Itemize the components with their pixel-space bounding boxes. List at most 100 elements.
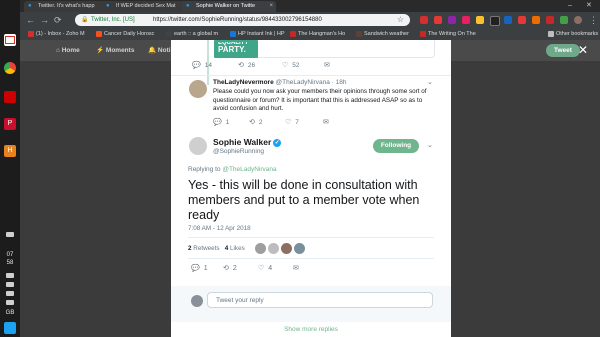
avatar[interactable] bbox=[189, 80, 207, 98]
settings-icon[interactable] bbox=[6, 291, 14, 296]
extension-icon[interactable] bbox=[518, 16, 526, 24]
navigation-bar: ← → ⟳ 🔒 Twitter, Inc. [US] https://twitt… bbox=[20, 13, 600, 27]
wifi-icon[interactable] bbox=[6, 282, 14, 287]
bookmark-favicon bbox=[230, 31, 236, 37]
avatar[interactable] bbox=[189, 137, 207, 155]
menu-icon[interactable]: ⋮ bbox=[589, 15, 598, 25]
extension-icon[interactable] bbox=[448, 16, 456, 24]
h-app-icon[interactable]: H bbox=[4, 145, 16, 157]
tweet-timestamp[interactable]: 7:08 AM - 12 Apr 2018 bbox=[188, 225, 251, 232]
bookmark-item[interactable]: (1) - Inbox - Zoho M bbox=[28, 28, 85, 40]
extension-icon[interactable] bbox=[560, 16, 568, 24]
author-handle[interactable]: @SophieRunning bbox=[213, 148, 264, 155]
volume-icon[interactable] bbox=[6, 273, 14, 278]
reply-time: · 18h bbox=[331, 79, 347, 86]
bookmark-item[interactable]: The Hangman's Ho bbox=[290, 28, 345, 40]
bookmarks-bar: (1) - Inbox - Zoho M Cancer Daily Horosc… bbox=[20, 28, 600, 40]
retweet-action[interactable]: ⟲ 2 bbox=[223, 265, 237, 273]
author-name[interactable]: Sophie Walker ✓ bbox=[213, 137, 282, 147]
reply-input[interactable]: Tweet your reply bbox=[207, 292, 433, 308]
extension-icon[interactable] bbox=[420, 16, 428, 24]
bookmark-favicon bbox=[420, 31, 426, 37]
back-icon[interactable]: ← bbox=[26, 15, 35, 25]
likes-stat[interactable]: 4 Likes bbox=[225, 245, 245, 252]
tab-strip: ● Twitter. It's what's happ × ● If WEP d… bbox=[20, 0, 600, 12]
extension-icon[interactable] bbox=[504, 16, 512, 24]
retweets-stat[interactable]: 2 Retweets bbox=[188, 245, 220, 252]
following-button[interactable]: Following bbox=[373, 139, 419, 153]
show-more-replies-link[interactable]: Show more replies bbox=[171, 326, 451, 333]
nav-home[interactable]: ⌂ Home bbox=[56, 46, 80, 55]
tab-sophie-walker[interactable]: ● Sophie Walker on Twitte × bbox=[182, 1, 276, 12]
extension-icon[interactable] bbox=[462, 16, 470, 24]
bookmark-star-icon[interactable]: ☆ bbox=[397, 14, 404, 26]
compose-tweet-button[interactable]: Tweet bbox=[546, 44, 580, 57]
avatar[interactable] bbox=[281, 243, 292, 254]
folder-icon bbox=[548, 31, 554, 37]
like-action[interactable]: ♡ 7 bbox=[285, 119, 299, 127]
other-bookmarks[interactable]: Other bookmarks bbox=[548, 28, 598, 40]
lock-icon: 🔒 bbox=[81, 17, 89, 23]
retweet-action[interactable]: ⟲ 26 bbox=[238, 62, 255, 70]
bookmark-item[interactable]: earth :: a global m bbox=[166, 28, 218, 40]
bookmark-item[interactable]: The Writing On The bbox=[420, 28, 476, 40]
tab-label: If WEP decided Sex Mat bbox=[116, 3, 176, 9]
retweet-icon: ⟲ bbox=[238, 62, 244, 69]
divider bbox=[188, 237, 434, 238]
gmail-app-icon[interactable] bbox=[4, 34, 16, 46]
reply-action[interactable]: 💬 14 bbox=[192, 62, 212, 70]
message-action[interactable]: ✉ bbox=[293, 265, 303, 273]
avatar[interactable] bbox=[268, 243, 279, 254]
reload-icon[interactable]: ⟳ bbox=[54, 15, 62, 25]
image-text-line2: PARTY. bbox=[218, 45, 246, 54]
nav-notifications[interactable]: 🔔 Noti bbox=[148, 46, 171, 55]
replying-to: Replying to @TheLadyNirvana bbox=[188, 166, 277, 173]
reply-author[interactable]: TheLadyNevermore @TheLadyNirvana · 18h bbox=[213, 79, 346, 86]
nav-moments[interactable]: ⚡ Moments bbox=[96, 46, 134, 55]
retweet-icon: ⟲ bbox=[223, 265, 229, 272]
like-action[interactable]: ♡ 4 bbox=[258, 265, 272, 273]
extension-icon[interactable] bbox=[434, 16, 442, 24]
avatar[interactable] bbox=[255, 243, 266, 254]
battery-icon bbox=[6, 300, 14, 305]
bookmark-item[interactable]: Sandwich weather bbox=[356, 28, 409, 40]
tab-wep[interactable]: ● If WEP decided Sex Mat × bbox=[102, 1, 194, 12]
bookmark-item[interactable]: Cancer Daily Horosc bbox=[96, 28, 154, 40]
minimize-icon[interactable]: – bbox=[568, 0, 572, 11]
launcher-icon[interactable] bbox=[4, 322, 16, 334]
reply-action[interactable]: 💬 1 bbox=[191, 265, 208, 273]
reply-icon: 💬 bbox=[192, 62, 201, 69]
youtube-app-icon[interactable] bbox=[4, 91, 16, 103]
bookmark-favicon bbox=[28, 31, 34, 37]
bookmark-item[interactable]: HP Instant Ink | HP bbox=[230, 28, 285, 40]
avatar bbox=[191, 295, 203, 307]
message-action[interactable]: ✉ bbox=[323, 119, 333, 127]
extension-icon[interactable] bbox=[532, 16, 540, 24]
tweet-stats: 2 Retweets 4 Likes bbox=[188, 245, 245, 252]
avatar[interactable] bbox=[294, 243, 305, 254]
forward-icon[interactable]: → bbox=[40, 15, 49, 25]
extension-icon[interactable] bbox=[490, 16, 500, 26]
chrome-app-icon[interactable] bbox=[4, 62, 16, 74]
close-modal-icon[interactable]: ✕ bbox=[578, 44, 588, 56]
address-bar[interactable]: 🔒 Twitter, Inc. [US] https://twitter.com… bbox=[75, 14, 410, 26]
extension-icon[interactable] bbox=[546, 16, 554, 24]
pinterest-app-icon[interactable]: P bbox=[4, 118, 16, 130]
equality-party-image[interactable]: EQUALITY PARTY. bbox=[214, 40, 258, 58]
retweet-action[interactable]: ⟲ 2 bbox=[249, 119, 263, 127]
replying-to-link[interactable]: @TheLadyNirvana bbox=[222, 166, 276, 173]
chevron-down-icon[interactable]: ⌄ bbox=[427, 141, 433, 149]
message-action[interactable]: ✉ bbox=[324, 62, 334, 70]
twitter-bird-icon: ● bbox=[28, 3, 32, 9]
locale-label[interactable]: GB bbox=[0, 310, 20, 317]
notification-icon[interactable] bbox=[6, 232, 14, 237]
close-window-icon[interactable]: ✕ bbox=[586, 0, 592, 11]
extension-icon[interactable] bbox=[476, 16, 484, 24]
chevron-down-icon[interactable]: ⌄ bbox=[427, 78, 433, 86]
reply-action[interactable]: 💬 1 bbox=[213, 119, 229, 127]
url-text: https://twitter.com/SophieRunning/status… bbox=[153, 17, 322, 23]
profile-avatar[interactable] bbox=[574, 16, 582, 24]
like-action[interactable]: ♡ 52 bbox=[282, 62, 300, 70]
close-tab-icon[interactable]: × bbox=[269, 1, 273, 12]
tab-twitter-home[interactable]: ● Twitter. It's what's happ × bbox=[24, 1, 114, 12]
